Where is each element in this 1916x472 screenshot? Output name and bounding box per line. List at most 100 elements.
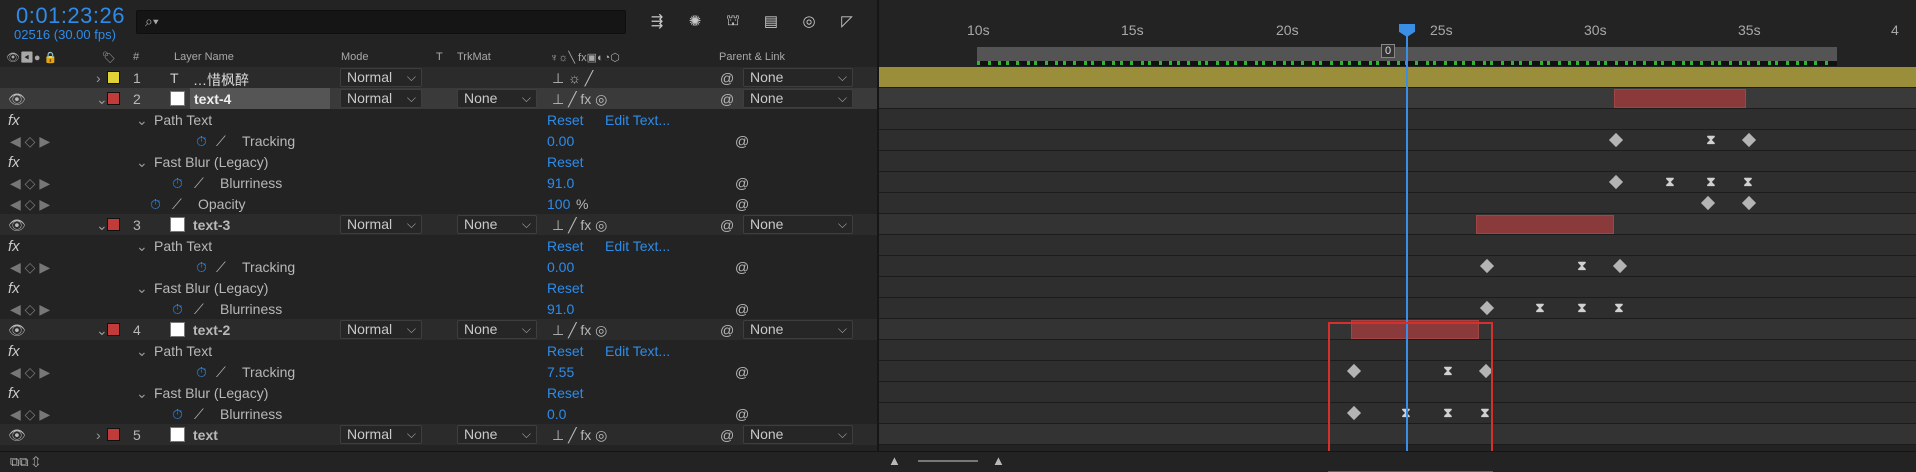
property-row[interactable]: ◀ ◇ ▶ ⏱ ⟋ Blurriness 91.0 @ xyxy=(0,172,878,193)
label-color[interactable] xyxy=(107,218,120,231)
eye-icon[interactable]: 👁 xyxy=(8,427,26,444)
keyframe[interactable]: ⧗ xyxy=(1576,301,1588,314)
pickwhip-icon[interactable]: @ xyxy=(720,70,734,86)
keyframe-navigator[interactable]: ◀ ◇ ▶ xyxy=(10,301,50,318)
property-value[interactable]: 100 xyxy=(547,196,570,212)
search-input[interactable]: ⌕▾ xyxy=(136,10,626,34)
switches[interactable]: ⊥ ☼ ╱ xyxy=(552,70,593,87)
fx-icon[interactable]: fx xyxy=(8,238,20,255)
effect-row[interactable]: fx ⌄ Path Text Reset Edit Text... xyxy=(0,109,878,130)
parent-dropdown[interactable]: None ⌵ xyxy=(743,425,853,444)
expand-arrow-icon[interactable]: ⌄ xyxy=(96,322,108,339)
keyframe-navigator[interactable]: ◀ ◇ ▶ xyxy=(10,364,50,381)
stopwatch-icon[interactable]: ⏱ xyxy=(196,133,207,150)
property-row[interactable]: ◀ ◇ ▶ ⏱ ⟋ Opacity 100 % @ xyxy=(0,193,878,214)
keyframe[interactable]: ⧗ xyxy=(1534,301,1546,314)
track-layer-2[interactable] xyxy=(879,88,1916,109)
effect-name[interactable]: Path Text xyxy=(154,112,212,128)
expand-arrow-icon[interactable]: ⌄ xyxy=(136,280,148,297)
keyframe-navigator[interactable]: ◀ ◇ ▶ xyxy=(10,196,50,213)
eye-icon[interactable]: 👁 xyxy=(8,322,26,339)
keyframe[interactable]: ⧗ xyxy=(1705,175,1717,188)
label-color[interactable] xyxy=(107,92,120,105)
stopwatch-icon[interactable]: ⏱ xyxy=(172,301,183,318)
property-value[interactable]: 91.0 xyxy=(547,301,574,317)
pickwhip-icon[interactable]: @ xyxy=(720,322,734,338)
fx-icon[interactable]: fx xyxy=(8,154,20,171)
property-value[interactable]: 0.0 xyxy=(547,406,566,422)
layer-row[interactable]: 👁 ⌄ 2 text-4 Normal ⌵ None ⌵ ⊥ ╱ fx ◎ @ No… xyxy=(0,88,878,109)
mode-dropdown[interactable]: Normal ⌵ xyxy=(340,425,422,444)
mode-dropdown[interactable]: Normal ⌵ xyxy=(340,68,422,87)
keyframe[interactable]: ⧗ xyxy=(1613,301,1625,314)
eye-icon[interactable]: 👁 xyxy=(8,91,26,108)
property-value[interactable]: 91.0 xyxy=(547,175,574,191)
track-layer-1[interactable] xyxy=(879,67,1916,88)
expression-pickwhip-icon[interactable]: @ xyxy=(735,133,749,149)
reset-link[interactable]: Reset xyxy=(547,154,584,170)
graph-icon[interactable]: ⟋ xyxy=(216,259,226,276)
stopwatch-icon[interactable]: ⏱ xyxy=(196,259,207,276)
pickwhip-icon[interactable]: @ xyxy=(720,427,734,443)
fx-icon[interactable]: fx xyxy=(8,385,20,402)
trkmat-dropdown[interactable]: None ⌵ xyxy=(457,89,537,108)
expand-arrow-icon[interactable]: ⌄ xyxy=(136,112,148,129)
layer-row[interactable]: › 1 T …惜枫醉 Normal ⌵ ⊥ ☼ ╱ @ None ⌵ xyxy=(0,67,878,88)
effect-name[interactable]: Fast Blur (Legacy) xyxy=(154,385,268,401)
expand-arrow-icon[interactable]: ⌄ xyxy=(136,385,148,402)
effect-name[interactable]: Path Text xyxy=(154,343,212,359)
keyframe-navigator[interactable]: ◀ ◇ ▶ xyxy=(10,259,50,276)
switches[interactable]: ⊥ ╱ fx ◎ xyxy=(552,322,607,339)
graph-editor-icon[interactable]: ◸ xyxy=(835,10,859,32)
property-value[interactable]: 7.55 xyxy=(547,364,574,380)
effect-row[interactable]: fx ⌄ Fast Blur (Legacy) Reset xyxy=(0,151,878,172)
reset-link[interactable]: Reset xyxy=(547,343,584,359)
layer-name[interactable]: …惜枫醉 xyxy=(193,70,249,90)
effect-row[interactable]: fx ⌄ Path Text Reset Edit Text... xyxy=(0,235,878,256)
keyframe[interactable]: ⧗ xyxy=(1576,259,1588,272)
shy-layers-icon[interactable]: ⛫ xyxy=(721,10,745,32)
label-color[interactable] xyxy=(107,323,120,336)
parent-dropdown[interactable]: None ⌵ xyxy=(743,215,853,234)
zoom-in-icon[interactable]: ▲ xyxy=(992,453,1005,468)
effect-name[interactable]: Fast Blur (Legacy) xyxy=(154,280,268,296)
expression-pickwhip-icon[interactable]: @ xyxy=(735,175,749,191)
toggle-switches-icon[interactable]: ⧉⧉ ⇕ xyxy=(10,454,40,470)
expand-arrow-icon[interactable]: ⌄ xyxy=(136,343,148,360)
eye-icon[interactable]: 👁 xyxy=(8,217,26,234)
parent-dropdown[interactable]: None ⌵ xyxy=(743,320,853,339)
keyframe[interactable]: ⧗ xyxy=(1742,175,1754,188)
expression-pickwhip-icon[interactable]: @ xyxy=(735,364,749,380)
parent-dropdown[interactable]: None ⌵ xyxy=(743,89,853,108)
draft-3d-icon[interactable]: ✺ xyxy=(683,10,707,32)
parent-dropdown[interactable]: None ⌵ xyxy=(743,68,853,87)
expression-pickwhip-icon[interactable]: @ xyxy=(735,406,749,422)
collapse-arrow-icon[interactable]: › xyxy=(96,427,101,443)
layer-name[interactable]: text-4 xyxy=(190,88,330,109)
composition-mini-flowchart-icon[interactable]: ⇶ xyxy=(645,10,669,32)
layer-duration-bar[interactable] xyxy=(1476,215,1614,234)
graph-icon[interactable]: ⟋ xyxy=(216,133,226,150)
expand-arrow-icon[interactable]: ⌄ xyxy=(136,238,148,255)
edit-text-link[interactable]: Edit Text... xyxy=(605,112,670,128)
property-row[interactable]: ◀ ◇ ▶ ⏱ ⟋ Blurriness 0.0 @ xyxy=(0,403,878,424)
switches[interactable]: ⊥ ╱ fx ◎ xyxy=(552,427,607,444)
layer-name[interactable]: text xyxy=(193,427,218,443)
property-row[interactable]: ◀ ◇ ▶ ⏱ ⟋ Tracking 0.00 @ xyxy=(0,130,878,151)
reset-link[interactable]: Reset xyxy=(547,385,584,401)
reset-link[interactable]: Reset xyxy=(547,238,584,254)
mode-dropdown[interactable]: Normal ⌵ xyxy=(340,215,422,234)
effect-row[interactable]: fx ⌄ Fast Blur (Legacy) Reset xyxy=(0,277,878,298)
mode-dropdown[interactable]: Normal ⌵ xyxy=(340,89,422,108)
trkmat-dropdown[interactable]: None ⌵ xyxy=(457,320,537,339)
label-color[interactable] xyxy=(107,428,120,441)
layer-row[interactable]: 👁 ⌄ 3 text-3 Normal ⌵ None ⌵ ⊥ ╱ fx ◎ @ No… xyxy=(0,214,878,235)
expression-pickwhip-icon[interactable]: @ xyxy=(735,259,749,275)
layer-row[interactable]: 👁 ⌄ 4 text-2 Normal ⌵ None ⌵ ⊥ ╱ fx ◎ @ No… xyxy=(0,319,878,340)
expression-pickwhip-icon[interactable]: @ xyxy=(735,196,749,212)
switches[interactable]: ⊥ ╱ fx ◎ xyxy=(552,217,607,234)
switches[interactable]: ⊥ ╱ fx ◎ xyxy=(552,91,607,108)
effect-name[interactable]: Fast Blur (Legacy) xyxy=(154,154,268,170)
property-row[interactable]: ◀ ◇ ▶ ⏱ ⟋ Blurriness 91.0 @ xyxy=(0,298,878,319)
expand-arrow-icon[interactable]: ⌄ xyxy=(136,154,148,171)
